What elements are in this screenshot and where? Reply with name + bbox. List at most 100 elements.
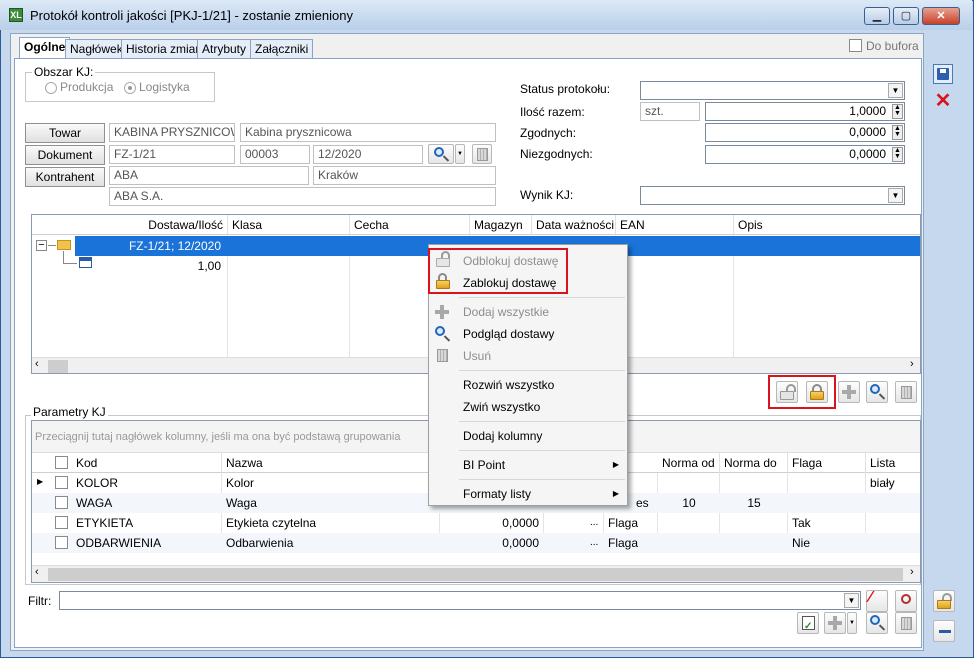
cancel-icon[interactable]: ✕ xyxy=(933,91,953,111)
submenu-arrow-icon: ▶ xyxy=(612,489,619,498)
unlock-delivery-button[interactable] xyxy=(776,381,798,403)
checklist-button[interactable]: ✓ xyxy=(797,612,819,634)
menu-item-collapse[interactable]: Zwiń wszystko xyxy=(431,396,627,418)
zgodnych-field[interactable]: 0,0000 ▲ ▼ xyxy=(705,123,905,142)
add-all-button[interactable] xyxy=(838,381,860,403)
towar-button[interactable]: Towar xyxy=(25,123,105,143)
unlock-icon xyxy=(436,258,450,267)
add-param-dropdown[interactable]: ▼ xyxy=(847,612,857,634)
filter-input[interactable]: ▼ xyxy=(59,591,861,610)
col-lista[interactable]: Lista xyxy=(866,453,920,473)
clear-filter-button[interactable]: ⁄ xyxy=(866,589,888,612)
delete-param-button[interactable] xyxy=(895,612,917,634)
col-data-waznosci[interactable]: Data ważności xyxy=(532,215,616,235)
menu-item-formats[interactable]: Formaty listy ▶ xyxy=(431,483,627,505)
close-button[interactable]: ✕ xyxy=(922,7,960,25)
row-checkbox[interactable] xyxy=(55,476,68,489)
tab-naglowek[interactable]: Nagłówek xyxy=(65,39,128,59)
search-icon xyxy=(870,384,880,394)
kontrahent-code[interactable]: ABA xyxy=(109,166,309,185)
row-checkbox[interactable] xyxy=(55,516,68,529)
tab-ogolne[interactable]: Ogólne xyxy=(19,37,71,59)
scroll-left-icon[interactable]: ‹ xyxy=(35,566,39,578)
col-norma-do[interactable]: Norma do xyxy=(720,453,788,473)
tab-zalaczniki[interactable]: Załączniki xyxy=(250,39,314,59)
menu-item-add-columns[interactable]: Dodaj kolumny xyxy=(431,425,627,447)
maximize-button[interactable]: ▢ xyxy=(893,7,919,25)
scroll-right-icon[interactable]: › xyxy=(910,566,914,578)
dokument-dropdown[interactable]: ▼ xyxy=(455,144,465,164)
filter-icon xyxy=(901,594,911,604)
minimize-button[interactable]: ▁ xyxy=(864,7,890,25)
towar-code[interactable]: KABINA PRYSZNICOWA xyxy=(109,123,235,142)
tab-atrybuty[interactable]: Atrybuty xyxy=(197,39,252,59)
menu-item-bi-point[interactable]: BI Point ▶ xyxy=(431,454,627,476)
lock-icon xyxy=(810,391,824,400)
kontrahent-button[interactable]: Kontrahent xyxy=(25,167,105,187)
col-ean[interactable]: EAN xyxy=(616,215,734,235)
row-checkbox[interactable] xyxy=(55,496,68,509)
menu-item-add-all[interactable]: Dodaj wszystkie xyxy=(431,301,627,323)
save-button[interactable] xyxy=(933,64,953,84)
chevron-down-icon: ▼ xyxy=(888,188,903,203)
side-lock-button[interactable] xyxy=(933,590,955,612)
do-bufora-checkbox[interactable] xyxy=(849,39,862,52)
menu-item-remove[interactable]: Usuń xyxy=(431,345,627,367)
spin-icon[interactable]: ▲ ▼ xyxy=(892,104,903,119)
status-combo[interactable]: ▼ xyxy=(640,81,905,100)
kontrahent-city[interactable]: Kraków xyxy=(313,166,496,185)
logistyka-radio[interactable] xyxy=(124,82,136,94)
params-hscroll[interactable]: ‹ › xyxy=(32,565,920,582)
col-cecha[interactable]: Cecha xyxy=(350,215,470,235)
param-ellipsis[interactable]: ... xyxy=(586,513,602,533)
param-ellipsis[interactable]: ... xyxy=(586,533,602,553)
select-all-checkbox[interactable] xyxy=(55,456,68,469)
folder-icon xyxy=(57,240,71,250)
niezgodnych-field[interactable]: 0,0000 ▲ ▼ xyxy=(705,145,905,164)
trash-icon xyxy=(901,386,912,399)
scroll-thumb[interactable] xyxy=(48,360,68,373)
col-magazyn[interactable]: Magazyn xyxy=(470,215,532,235)
col-kod[interactable]: Kod xyxy=(72,453,222,473)
menu-item-unlock[interactable]: Odblokuj dostawę xyxy=(431,250,627,272)
dokument-search-button[interactable] xyxy=(428,144,454,164)
row-checkbox[interactable] xyxy=(55,536,68,549)
dokument-seq[interactable]: 00003 xyxy=(240,145,310,164)
menu-item-preview[interactable]: Podgląd dostawy xyxy=(431,323,627,345)
spin-icon[interactable]: ▲ ▼ xyxy=(892,125,903,140)
pin-icon xyxy=(939,630,951,633)
scroll-right-icon[interactable]: › xyxy=(910,358,914,370)
delete-delivery-button[interactable] xyxy=(895,381,917,403)
ilosc-value-field[interactable]: 1,0000 ▲ ▼ xyxy=(705,102,905,121)
dokument-button[interactable]: Dokument xyxy=(25,145,105,165)
preview-delivery-button[interactable] xyxy=(866,381,888,403)
collapse-icon[interactable]: − xyxy=(36,240,47,251)
pin-button[interactable] xyxy=(933,620,955,642)
add-param-button[interactable] xyxy=(824,612,846,634)
dokument-delete-button[interactable] xyxy=(472,144,492,164)
trash-icon xyxy=(477,148,488,161)
col-nazwa[interactable]: Nazwa xyxy=(222,453,440,473)
spin-icon[interactable]: ▲ ▼ xyxy=(892,147,903,162)
scroll-left-icon[interactable]: ‹ xyxy=(35,358,39,370)
col-norma-od[interactable]: Norma od xyxy=(658,453,720,473)
tab-historia-zmian[interactable]: Historia zmian xyxy=(121,39,208,59)
dokument-period[interactable]: 12/2020 xyxy=(313,145,423,164)
col-flaga[interactable]: Flaga xyxy=(788,453,866,473)
produkcja-radio[interactable] xyxy=(45,82,57,94)
dokument-number[interactable]: FZ-1/21 xyxy=(109,145,235,164)
menu-item-expand[interactable]: Rozwiń wszystko xyxy=(431,374,627,396)
preview-param-button[interactable] xyxy=(866,612,888,634)
wynik-combo[interactable]: ▼ xyxy=(640,186,905,205)
towar-name[interactable]: Kabina prysznicowa xyxy=(240,123,496,142)
col-dostawa[interactable]: Dostawa/Ilość xyxy=(32,215,228,235)
menu-item-lock[interactable]: Zablokuj dostawę xyxy=(431,272,627,294)
kontrahent-name[interactable]: ABA S.A. xyxy=(109,187,496,206)
scroll-thumb[interactable] xyxy=(48,568,903,581)
col-opis[interactable]: Opis xyxy=(734,215,920,235)
col-klasa[interactable]: Klasa xyxy=(228,215,350,235)
menu-label: Usuń xyxy=(463,349,492,363)
lock-icon xyxy=(436,280,450,289)
filter-builder-button[interactable] xyxy=(895,590,917,612)
lock-delivery-button[interactable] xyxy=(806,381,828,403)
